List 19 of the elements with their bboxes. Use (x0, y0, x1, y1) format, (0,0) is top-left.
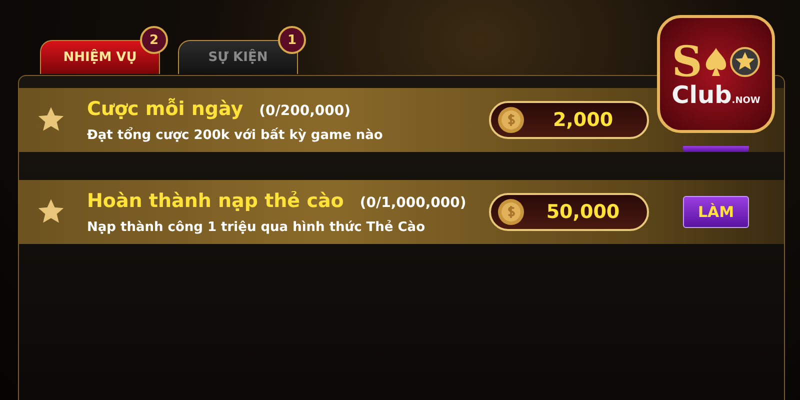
star-coin-icon (730, 47, 760, 77)
action-button[interactable] (683, 146, 749, 152)
task-description: Đạt tổng cược 200k với bất kỳ game nào (87, 128, 384, 142)
task-title: Hoàn thành nạp thẻ cào (87, 190, 344, 212)
task-description: Nạp thành công 1 triệu qua hình thức Thẻ Cào (87, 220, 426, 234)
logo-letter: S (672, 41, 702, 83)
task-count: (0/200,000) (259, 102, 351, 118)
coin-icon (497, 198, 525, 226)
logo-word: Club (672, 83, 732, 107)
action-button[interactable]: LÀM (683, 196, 749, 228)
reward-amount: 2,000 (552, 109, 614, 131)
task-count: (0/1,000,000) (360, 194, 466, 210)
coin-icon (497, 106, 525, 134)
logo-suffix: .NOW (732, 96, 760, 106)
reward-amount: 50,000 (545, 201, 621, 223)
task-title: Cược mỗi ngày (87, 98, 244, 120)
count-badge: 2 (140, 26, 168, 54)
count-badge: 1 (278, 26, 306, 54)
spade-icon (704, 47, 728, 77)
